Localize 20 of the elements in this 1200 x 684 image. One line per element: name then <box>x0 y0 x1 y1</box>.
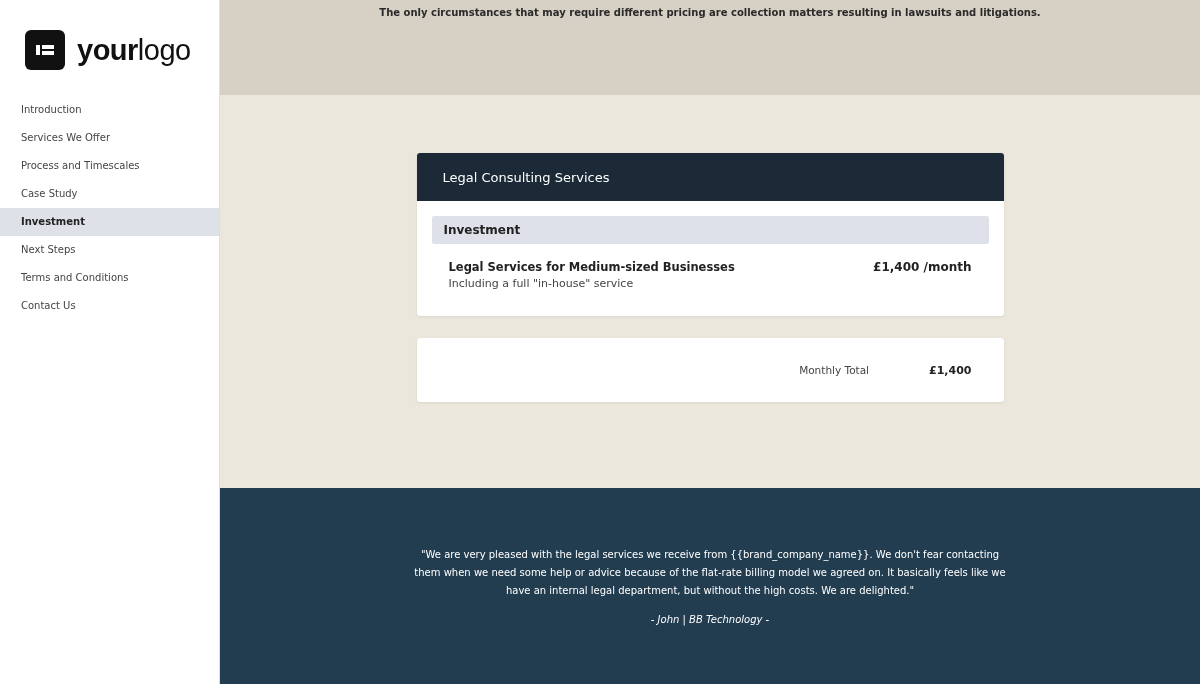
sidebar-item[interactable]: Next Steps <box>0 236 219 264</box>
item-description: Including a full "in-house" service <box>448 277 635 290</box>
sidebar-item[interactable]: Investment <box>0 208 219 236</box>
total-label: Monthly Total <box>799 364 870 376</box>
sidebar-item[interactable]: Terms and Conditions <box>0 264 219 292</box>
logo-text: yourlogo <box>77 33 191 67</box>
notice-text: The only circumstances that may require different pricing are collection matters resulting in lawsuits and litigations. <box>379 7 1041 20</box>
sidebar-item[interactable]: Services We Offer <box>0 124 219 152</box>
testimonial-quote: "We are very pleased with the legal services we receive from {{brand_company_name}}. We don't fear contacting them when we need some help or advice because of the flat-rate billing model we agreed on. It basically feels like we have an internal legal department, but without the high costs. We are delighted." <box>413 548 1007 598</box>
logo-icon <box>25 30 65 70</box>
sidebar-item[interactable]: Introduction <box>0 96 219 124</box>
sidebar-item[interactable]: Process and Timescales <box>0 152 219 180</box>
total-value: £1,400 <box>929 363 972 377</box>
item-name: Legal Services for Medium-sized Businesses <box>448 260 735 274</box>
testimonial-author: - John | BB Technology - <box>650 614 770 625</box>
card-title: Legal Consulting Services <box>442 169 610 185</box>
section-title: Investment <box>443 223 521 237</box>
sidebar-item[interactable]: Contact Us <box>0 292 219 320</box>
sidebar-item[interactable]: Case Study <box>0 180 219 208</box>
item-price: £1,400 /month <box>873 260 972 276</box>
